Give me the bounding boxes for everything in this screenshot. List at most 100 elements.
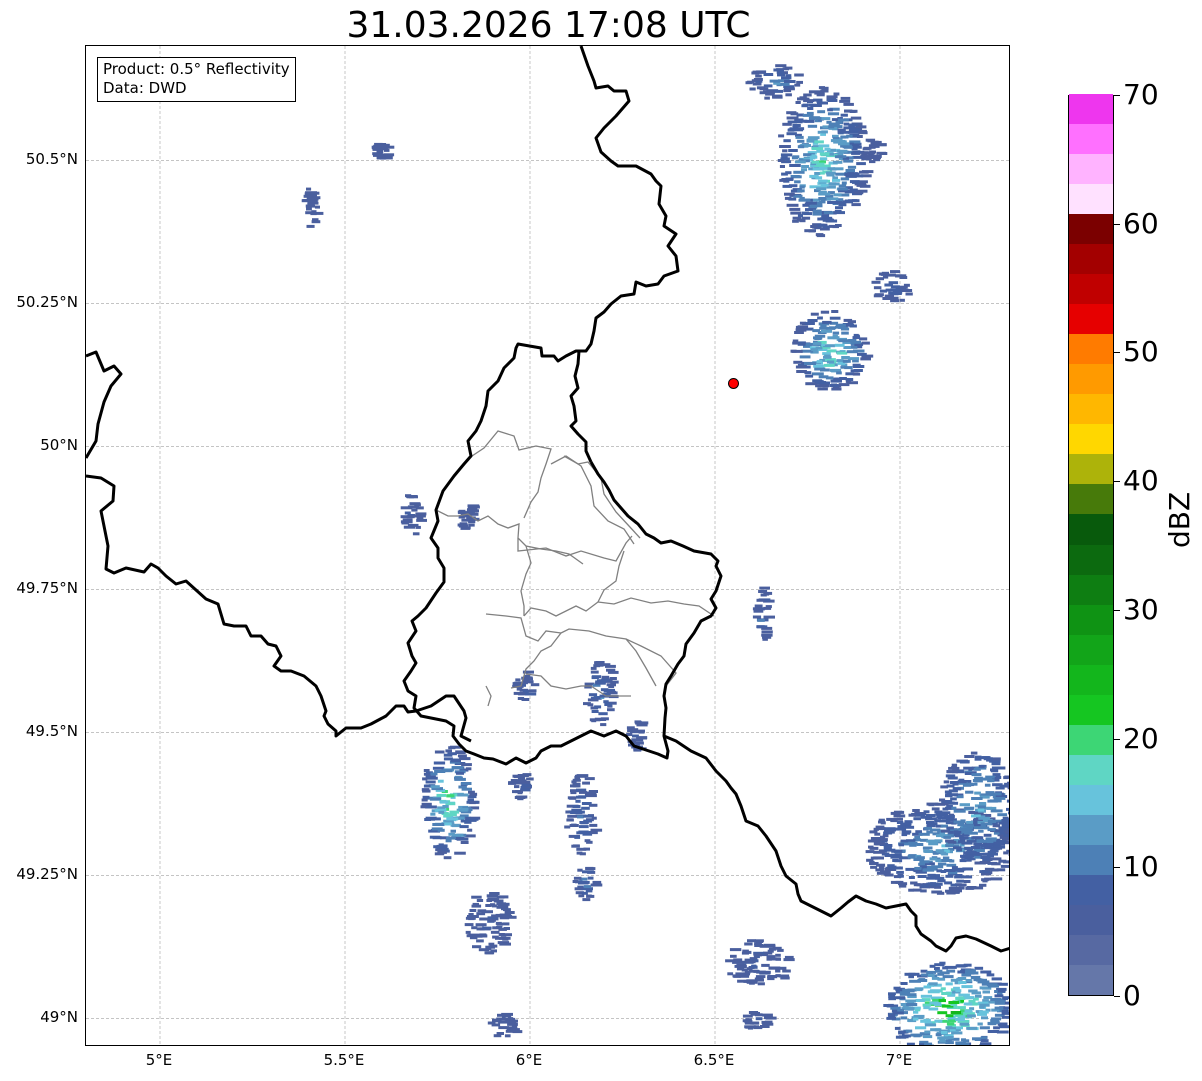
data-source-label: Data: DWD: [103, 79, 187, 97]
lat-tick-label: 50.5°N: [25, 150, 78, 169]
colorbar: [1068, 93, 1114, 996]
lon-tick-label: 7°E: [885, 1051, 913, 1069]
colorbar-swatch: [1069, 814, 1113, 845]
colorbar-swatch: [1069, 363, 1113, 395]
colorbar-swatch: [1069, 393, 1113, 425]
canton-border: [468, 430, 552, 519]
admin-borders: [435, 430, 715, 707]
precipitation-echo: [742, 1011, 777, 1030]
lat-tick-label: 49°N: [40, 1008, 78, 1027]
radar-site-marker[interactable]: [728, 377, 739, 389]
colorbar-swatch: [1069, 243, 1113, 275]
colorbar-swatch: [1069, 273, 1113, 305]
colorbar-tick-label: 60: [1123, 206, 1159, 240]
colorbar-swatch: [1069, 874, 1113, 905]
precipitation-echo: [420, 745, 481, 860]
precipitation-echo: [871, 270, 913, 303]
canton-border: [550, 455, 635, 545]
colorbar-swatch: [1069, 423, 1113, 455]
precipitation-echo: [583, 661, 619, 727]
colorbar-tick-label: 30: [1123, 592, 1159, 626]
precipitation-echo: [457, 504, 480, 530]
colorbar-tick: [1114, 867, 1120, 869]
colorbar-swatch: [1069, 574, 1113, 605]
canton-border: [520, 545, 532, 616]
colorbar-swatch: [1069, 333, 1113, 365]
border-france-west: [86, 350, 123, 459]
colorbar-swatch: [1069, 453, 1113, 485]
lat-tick-label: 50°N: [40, 436, 78, 455]
lat-tick-label: 49.75°N: [16, 579, 78, 598]
lat-tick-label: 50.25°N: [16, 293, 78, 312]
colorbar-swatch: [1069, 664, 1113, 695]
colorbar-swatch: [1069, 303, 1113, 335]
precipitation-echo: [572, 866, 603, 902]
precipitation-echo: [564, 774, 603, 856]
map-canvas[interactable]: [86, 46, 1010, 1046]
lat-tick-label: 49.25°N: [16, 865, 78, 884]
border-belgium-germany: [569, 46, 680, 463]
graticule: [86, 46, 1009, 1045]
precipitation-echo: [487, 1012, 523, 1038]
colorbar-tick: [1114, 609, 1120, 611]
precipitation-echo: [745, 64, 804, 100]
colorbar-swatch: [1069, 784, 1113, 815]
product-label: Product: 0.5° Reflectivity: [103, 60, 290, 78]
colorbar-swatch: [1069, 904, 1113, 935]
national-borders: [86, 46, 1009, 953]
map-panel[interactable]: [85, 45, 1010, 1046]
canton-border: [435, 509, 584, 565]
canton-border: [485, 613, 562, 642]
precipitation-echo: [301, 187, 324, 228]
colorbar-swatch: [1069, 183, 1113, 215]
colorbar-tick: [1114, 352, 1120, 354]
lon-tick-label: 6.5°E: [693, 1051, 735, 1069]
lat-tick-label: 49.5°N: [25, 722, 78, 741]
precipitation-echo: [790, 310, 874, 391]
colorbar-swatch: [1069, 964, 1113, 995]
colorbar-swatch: [1069, 513, 1113, 545]
precipitation-echo: [400, 494, 427, 536]
colorbar-tick: [1114, 223, 1120, 225]
map-title: 31.03.2026 17:08 UTC: [346, 5, 751, 46]
canton-border: [523, 550, 625, 617]
colorbar-swatch: [1069, 123, 1113, 155]
radar-echo-layer: [301, 64, 1009, 1045]
canton-border: [597, 597, 715, 617]
precipitation-echo: [371, 142, 395, 160]
colorbar-swatch: [1069, 544, 1113, 575]
colorbar-tick: [1114, 95, 1120, 96]
colorbar-swatch: [1069, 213, 1113, 245]
colorbar-tick: [1114, 738, 1120, 740]
precipitation-echo: [464, 892, 517, 955]
canton-border: [517, 535, 633, 562]
lon-tick-label: 5°E: [145, 1051, 173, 1069]
precipitation-echo: [939, 751, 1009, 865]
colorbar-swatch: [1069, 934, 1113, 965]
colorbar-tick-label: 40: [1123, 464, 1159, 498]
lon-tick-label: 6°E: [515, 1051, 543, 1069]
colorbar-tick: [1114, 481, 1120, 483]
precipitation-echo: [752, 586, 775, 641]
colorbar-tick-label: 50: [1123, 335, 1159, 369]
colorbar-swatch: [1069, 724, 1113, 755]
colorbar-swatch: [1069, 483, 1113, 515]
colorbar-unit-label: dBZ: [1163, 491, 1196, 548]
colorbar-swatch: [1069, 153, 1113, 185]
colorbar-tick-label: 0: [1123, 979, 1141, 1012]
colorbar-tick-label: 20: [1123, 721, 1159, 755]
colorbar-tick-label: 10: [1123, 850, 1159, 884]
colorbar-swatch: [1069, 604, 1113, 635]
colorbar-tick-label: 70: [1123, 78, 1159, 111]
colorbar-swatch: [1069, 634, 1113, 665]
colorbar-swatch: [1069, 754, 1113, 785]
canton-border: [485, 685, 492, 707]
product-info-box: Product: 0.5° Reflectivity Data: DWD: [97, 57, 296, 102]
colorbar-swatch: [1069, 844, 1113, 875]
colorbar-swatch: [1069, 93, 1113, 125]
colorbar-tick: [1114, 996, 1120, 997]
precipitation-echo: [725, 939, 795, 986]
colorbar-swatch: [1069, 694, 1113, 725]
precipitation-echo: [777, 86, 874, 238]
canton-border: [563, 455, 641, 539]
